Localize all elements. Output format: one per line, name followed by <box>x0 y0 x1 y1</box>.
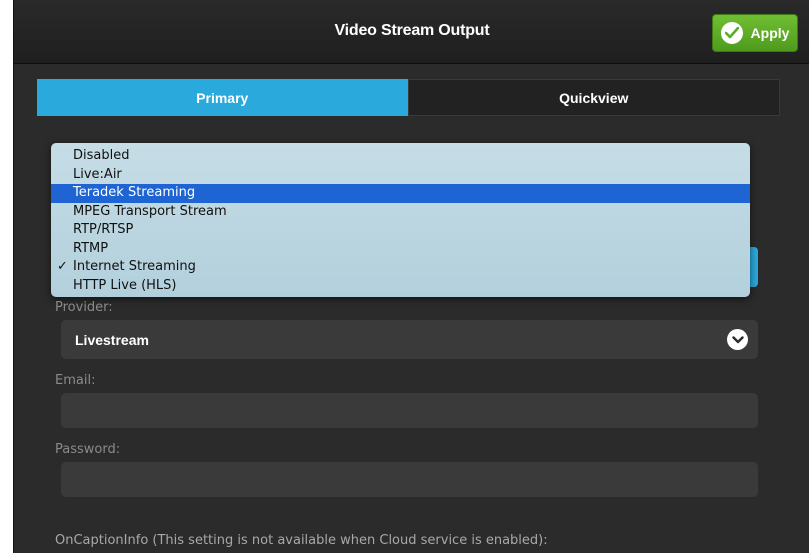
menu-item-internet-streaming[interactable]: ✓ Internet Streaming <box>51 258 750 277</box>
checkmark-icon: ✓ <box>57 259 68 274</box>
menu-item-rtp-rtsp[interactable]: RTP/RTSP <box>51 221 750 240</box>
menu-item-live-air[interactable]: Live:Air <box>51 166 750 185</box>
title-bar: Video Stream Output Apply <box>14 0 809 64</box>
provider-select[interactable]: Livestream <box>61 320 758 359</box>
menu-item-label: RTMP <box>73 240 109 256</box>
menu-item-label: Internet Streaming <box>73 259 196 274</box>
output-tabs: Primary Quickview <box>37 79 780 116</box>
menu-item-label: RTP/RTSP <box>73 222 134 237</box>
password-label: Password: <box>55 442 121 457</box>
tab-quickview-label: Quickview <box>559 89 629 106</box>
password-field[interactable] <box>61 462 758 497</box>
caption-info-note: OnCaptionInfo (This setting is not avail… <box>55 533 548 548</box>
check-icon <box>720 22 743 44</box>
apply-label: Apply <box>750 25 790 41</box>
email-field[interactable] <box>61 393 758 428</box>
menu-item-label: Disabled <box>73 148 130 163</box>
tab-primary[interactable]: Primary <box>37 79 408 116</box>
video-stream-output-window: Video Stream Output Apply Primary Quickv… <box>13 0 809 553</box>
menu-item-label: MPEG Transport Stream <box>73 203 227 219</box>
apply-button[interactable]: Apply <box>712 14 798 52</box>
menu-item-disabled[interactable]: Disabled <box>51 147 750 166</box>
provider-value: Livestream <box>75 331 149 348</box>
menu-item-label: HTTP Live (HLS) <box>73 277 177 293</box>
menu-item-label: Live:Air <box>73 166 122 182</box>
menu-item-rtmp[interactable]: RTMP <box>51 240 750 259</box>
chevron-down-icon <box>727 329 748 350</box>
provider-label: Provider: <box>55 300 113 315</box>
email-label: Email: <box>55 373 96 388</box>
menu-item-http-live-hls[interactable]: HTTP Live (HLS) <box>51 277 750 296</box>
window-title: Video Stream Output <box>334 22 490 39</box>
menu-item-teradek-streaming[interactable]: Teradek Streaming <box>51 184 750 203</box>
menu-item-mpeg-transport-stream[interactable]: MPEG Transport Stream <box>51 203 750 222</box>
tab-quickview[interactable]: Quickview <box>407 79 780 116</box>
stream-mode-dropdown-menu: Disabled Live:Air Teradek Streaming MPEG… <box>51 143 750 297</box>
tab-primary-label: Primary <box>196 89 249 106</box>
menu-item-label: Teradek Streaming <box>73 185 196 200</box>
